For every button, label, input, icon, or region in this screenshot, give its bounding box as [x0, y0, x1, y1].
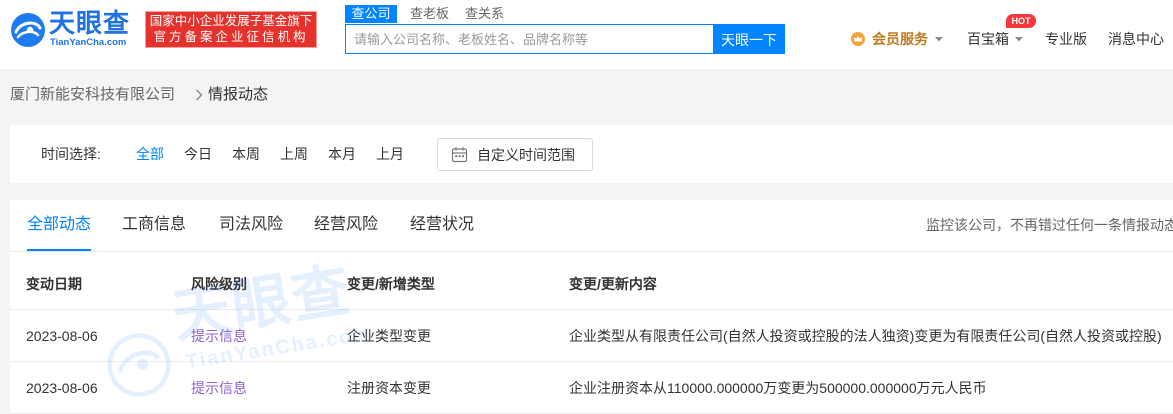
top-header: 天眼查 TianYanCha.com 国家中小企业发展子基金旗下 官方备案企业征… — [0, 0, 1173, 71]
table-header: 变动日期 风险级别 变更/新增类型 变更/更新内容 — [10, 258, 1173, 310]
tab-judicial-risk[interactable]: 司法风险 — [219, 212, 283, 238]
breadcrumb-current: 情报动态 — [208, 86, 269, 103]
chevron-down-icon[interactable] — [934, 34, 944, 44]
message-center-link[interactable]: 消息中心 — [1108, 29, 1164, 49]
time-filter-card: 时间选择: 全部 今日 本周 上周 本月 上月 自定义时间范围 — [10, 125, 1173, 183]
tab-operating-status[interactable]: 经营状况 — [410, 212, 474, 238]
custom-range-label: 自定义时间范围 — [477, 147, 575, 163]
logo-domain: TianYanCha.com — [50, 37, 127, 48]
row-date: 2023-08-06 — [26, 328, 98, 344]
tab-all-dynamics[interactable]: 全部动态 — [27, 212, 91, 238]
crown-icon — [851, 32, 865, 46]
monitor-company-tip[interactable]: 监控该公司，不再错过任何一条情报动态 — [926, 215, 1173, 235]
chevron-down-icon[interactable] — [1014, 34, 1024, 44]
time-option-last-week[interactable]: 上周 — [280, 144, 308, 164]
search-button[interactable]: 天眼一下 — [713, 24, 785, 54]
dynamics-card: 全部动态 工商信息 司法风险 经营风险 经营状况 监控该公司，不再错过任何一条情… — [10, 200, 1173, 414]
active-tab-indicator — [27, 249, 91, 251]
official-badge: 国家中小企业发展子基金旗下 官方备案企业征信机构 — [145, 11, 317, 48]
tianyancha-logo-icon[interactable] — [10, 12, 46, 48]
pro-version-link[interactable]: 专业版 — [1045, 29, 1087, 49]
time-option-this-month[interactable]: 本月 — [328, 144, 356, 164]
hot-badge: HOT — [1006, 14, 1036, 28]
row-change-type: 注册资本变更 — [347, 380, 431, 396]
badge-line-1: 国家中小企业发展子基金旗下 — [149, 14, 313, 28]
badge-line-2: 官方备案企业征信机构 — [153, 30, 309, 44]
time-option-last-month[interactable]: 上月 — [376, 144, 404, 164]
chevron-right-icon — [196, 89, 203, 101]
search-input[interactable] — [345, 24, 713, 54]
column-header-content: 变更/更新内容 — [569, 276, 657, 292]
tab-operating-risk[interactable]: 经营风险 — [314, 212, 378, 238]
time-filter-label: 时间选择: — [41, 146, 101, 162]
logo-title[interactable]: 天眼查 — [49, 8, 130, 38]
table-row: 2023-08-06 提示信息 企业类型变更 企业类型从有限责任公司(自然人投资… — [10, 310, 1173, 362]
search-tab-boss[interactable]: 查老板 — [410, 5, 449, 23]
calendar-icon — [451, 147, 468, 163]
custom-range-button[interactable]: 自定义时间范围 — [437, 138, 593, 171]
tab-business-info[interactable]: 工商信息 — [122, 212, 186, 238]
row-change-content: 企业注册资本从110000.000000万变更为500000.000000万元人… — [569, 380, 987, 396]
time-option-this-week[interactable]: 本周 — [232, 144, 260, 164]
row-change-content: 企业类型从有限责任公司(自然人投资或控股的法人独资)变更为有限责任公司(自然人投… — [569, 328, 1162, 344]
column-header-date: 变动日期 — [26, 276, 82, 292]
column-header-risk: 风险级别 — [191, 276, 247, 292]
toolbox-link[interactable]: 百宝箱 — [967, 29, 1009, 49]
vip-service-link[interactable]: 会员服务 — [872, 29, 928, 49]
row-change-type: 企业类型变更 — [347, 328, 431, 344]
row-risk-level: 提示信息 — [191, 328, 247, 344]
search-tab-relation[interactable]: 查关系 — [465, 5, 504, 23]
search-tab-company[interactable]: 查公司 — [345, 5, 397, 23]
table-row: 2023-08-06 提示信息 注册资本变更 企业注册资本从110000.000… — [10, 362, 1173, 414]
column-header-type: 变更/新增类型 — [347, 276, 435, 292]
dynamics-tab-bar: 全部动态 工商信息 司法风险 经营风险 经营状况 监控该公司，不再错过任何一条情… — [10, 200, 1173, 252]
row-risk-level: 提示信息 — [191, 380, 247, 396]
time-option-today[interactable]: 今日 — [184, 144, 212, 164]
page: 天眼查 TianYanCha.com 国家中小企业发展子基金旗下 官方备案企业征… — [0, 0, 1173, 414]
breadcrumb-company[interactable]: 厦门新能安科技有限公司 — [10, 85, 175, 105]
time-option-all[interactable]: 全部 — [136, 144, 164, 164]
row-date: 2023-08-06 — [26, 380, 98, 396]
